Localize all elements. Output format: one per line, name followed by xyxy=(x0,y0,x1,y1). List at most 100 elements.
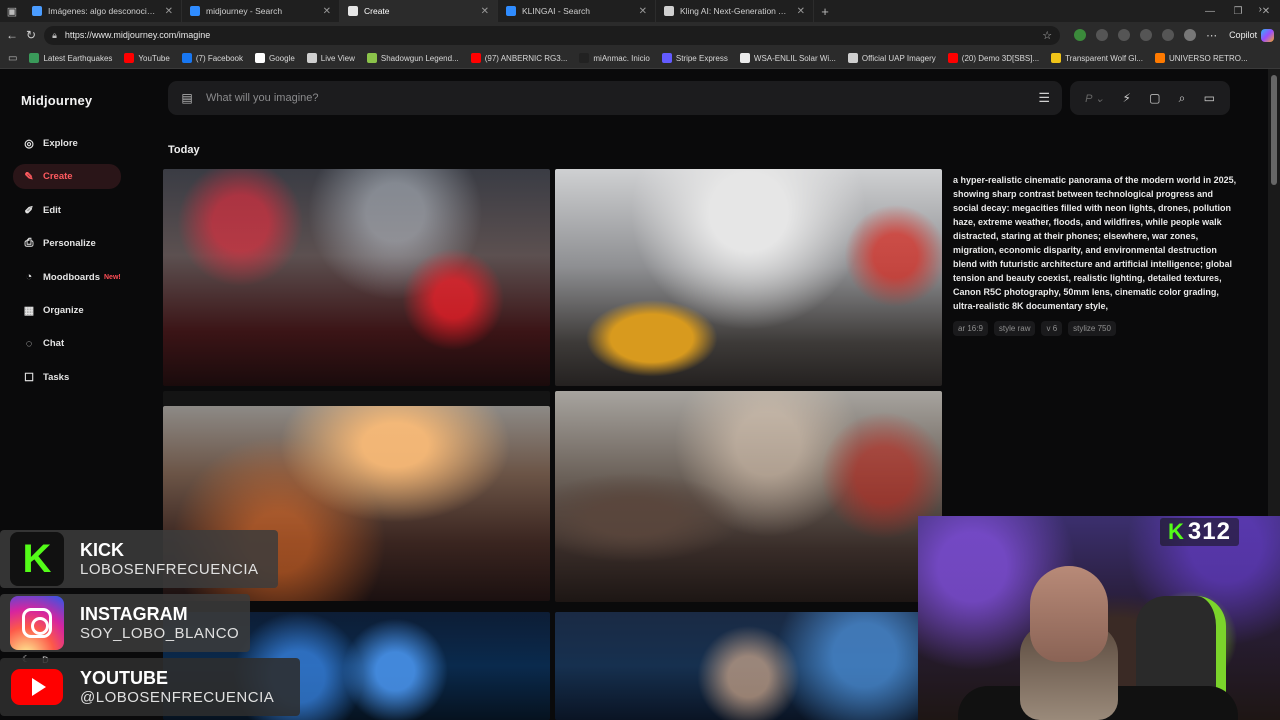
nav-item-chat[interactable]: ◌ Chat xyxy=(13,331,121,356)
search-icon[interactable]: ⌕ xyxy=(1179,91,1186,106)
bookmark-favicon-icon xyxy=(661,53,672,63)
midjourney-logo[interactable]: Midjourney xyxy=(21,93,92,108)
split-screen-icon[interactable] xyxy=(1118,29,1131,41)
nav-item-moodboards[interactable]: ◔ Moodboards New! xyxy=(13,265,121,290)
param-chip[interactable]: v 6 xyxy=(1041,321,1063,336)
param-chip[interactable]: stylize 750 xyxy=(1068,321,1116,336)
close-tab-icon[interactable]: ✕ xyxy=(481,6,489,17)
profile-avatar[interactable] xyxy=(1184,29,1197,41)
youtube-handle: @LOBOSENFRECUENCIA xyxy=(80,689,275,706)
nav-item-tasks[interactable]: ☐ Tasks xyxy=(13,365,121,390)
image-prompt-icon[interactable]: ▤ xyxy=(180,91,194,105)
favorites-icon[interactable] xyxy=(1140,29,1153,41)
bookmark-item[interactable]: Google xyxy=(254,53,295,63)
reload-icon[interactable]: ↻ xyxy=(26,28,36,42)
kick-icon: K xyxy=(1168,519,1184,544)
bookmark-item[interactable]: miAnmac. Inicio xyxy=(579,53,650,63)
nav-label: Moodboards xyxy=(43,271,100,283)
bookmark-favicon-icon xyxy=(306,53,317,63)
extension-shield-icon[interactable] xyxy=(1074,29,1087,41)
chat-bubble-icon[interactable]: ▢ xyxy=(1149,91,1160,105)
tab-midjourney-search[interactable]: midjourney - Search ✕ xyxy=(182,0,340,22)
more-icon[interactable]: ⋯ xyxy=(1206,29,1217,42)
webcam-feed xyxy=(918,516,1280,720)
bookmark-item[interactable]: Shadowgun Legend... xyxy=(366,53,459,63)
restore-icon[interactable]: ❐ xyxy=(1224,0,1252,22)
lock-icon[interactable]: 🔒︎ xyxy=(52,30,57,41)
tab-create[interactable]: Create ✕ xyxy=(340,0,498,22)
generated-image-snowy-street[interactable] xyxy=(555,169,942,386)
bookmark-item[interactable]: YouTube xyxy=(124,53,170,63)
nav-label: Personalize xyxy=(43,238,96,250)
folder-icon[interactable]: ▭ xyxy=(1204,91,1215,105)
lightning-icon[interactable]: ⚡︎ xyxy=(1122,91,1130,105)
nav-label: Explore xyxy=(43,138,78,149)
settings-sliders-icon[interactable]: ☰ xyxy=(1038,90,1050,106)
nav-item-personalize[interactable]: ⎙ Personalize xyxy=(13,231,121,256)
personalize-toggle-icon[interactable]: P ⌄ xyxy=(1085,92,1104,105)
nav-item-explore[interactable]: ◎ Explore xyxy=(13,131,121,156)
bookmark-item[interactable]: Transparent Wolf Gl... xyxy=(1051,53,1143,63)
close-tab-icon[interactable]: ✕ xyxy=(165,6,173,17)
nav-item-create[interactable]: ✎ Create xyxy=(13,164,121,190)
new-tab-button[interactable]: + xyxy=(814,4,836,19)
bookmark-item[interactable]: Official UAP Imagery xyxy=(847,53,936,63)
generated-image-cyber-face[interactable] xyxy=(555,612,942,720)
tab-imagenes[interactable]: Imágenes: algo desconocido para ✕ xyxy=(24,0,182,22)
bookmark-item[interactable]: Latest Earthquakes xyxy=(29,53,112,63)
close-tab-icon[interactable]: ✕ xyxy=(323,6,331,17)
bookmark-label: Official UAP Imagery xyxy=(861,53,936,63)
bookmark-label: UNIVERSO RETRO... xyxy=(1168,53,1248,63)
imagine-bar[interactable]: ▤ What will you imagine? ☰ xyxy=(168,81,1062,115)
sidebar-toggle-icon[interactable]: ▭ xyxy=(8,53,17,64)
nav-label: Tasks xyxy=(43,371,70,383)
moodboard-icon: ◔ xyxy=(25,271,33,284)
minimize-icon[interactable]: — xyxy=(1196,0,1224,22)
tab-label: Create xyxy=(364,6,390,16)
bookmarks-overflow-icon[interactable]: › xyxy=(1259,4,1262,15)
nav-item-edit[interactable]: ✐ Edit xyxy=(13,198,121,223)
tasks-icon: ☐ xyxy=(24,371,34,384)
bookmark-item[interactable]: (7) Facebook xyxy=(181,53,243,63)
copilot-button[interactable]: Copilot xyxy=(1229,28,1275,42)
param-chip[interactable]: style raw xyxy=(993,321,1036,336)
kick-logo-icon: K xyxy=(10,532,64,586)
bookmark-item[interactable]: UNIVERSO RETRO... xyxy=(1154,53,1248,63)
nav-item-organize[interactable]: ▦ Organize xyxy=(13,298,121,323)
bookmark-item[interactable]: (97) ANBERNIC RG3... xyxy=(470,53,568,63)
grid-icon: ▦ xyxy=(23,304,35,317)
nav-label: Edit xyxy=(43,204,61,216)
bookmark-label: Google xyxy=(268,53,295,63)
imagine-input[interactable]: What will you imagine? xyxy=(206,92,1038,104)
tab-klingai-search[interactable]: KLINGAI - Search ✕ xyxy=(498,0,656,22)
bookmark-item[interactable]: WSA-ENLIL Solar Wi... xyxy=(739,53,836,63)
bookmark-label: (97) ANBERNIC RG3... xyxy=(484,53,568,63)
tab-actions-icon[interactable]: ▣ xyxy=(0,0,24,22)
bookmark-favicon-icon xyxy=(579,53,590,63)
viewer-count: 312 xyxy=(1187,518,1231,545)
bookmark-item[interactable]: Stripe Express xyxy=(661,53,728,63)
collections-icon[interactable] xyxy=(1162,29,1175,41)
kick-badge: K KICK LOBOSENFRECUENCIA xyxy=(0,530,278,588)
prompt-text[interactable]: a hyper-realistic cinematic panorama of … xyxy=(953,173,1241,313)
bookmark-label: WSA-ENLIL Solar Wi... xyxy=(753,53,836,63)
tab-label: midjourney - Search xyxy=(206,6,283,16)
back-icon[interactable]: ← xyxy=(6,28,18,42)
bookmark-item[interactable]: (20) Demo 3D[SBS]... xyxy=(947,53,1039,63)
bookmark-item[interactable]: Live View xyxy=(306,53,355,63)
generated-image-neon-alley[interactable] xyxy=(163,169,550,386)
brush-icon: ✎ xyxy=(24,171,34,184)
url-field[interactable]: 🔒︎ https://www.midjourney.com/imagine ☆ xyxy=(44,25,1061,45)
instagram-logo-icon xyxy=(10,596,64,650)
close-window-icon[interactable]: ✕ xyxy=(1252,0,1280,22)
generated-image-girl-overlooking-city[interactable] xyxy=(555,391,942,602)
tab-kling-ai[interactable]: Kling AI: Next-Generation AI Crea ✕ xyxy=(656,0,814,22)
extension-refresh-icon[interactable] xyxy=(1096,29,1109,41)
extensions: ⋯ xyxy=(1074,29,1217,42)
scrollbar-thumb[interactable] xyxy=(1271,75,1277,185)
close-tab-icon[interactable]: ✕ xyxy=(639,6,647,17)
close-tab-icon[interactable]: ✕ xyxy=(797,6,805,17)
tab-favicon xyxy=(190,6,200,16)
param-chip[interactable]: ar 16:9 xyxy=(953,321,988,336)
bookmark-star-icon[interactable]: ☆ xyxy=(1042,29,1052,42)
